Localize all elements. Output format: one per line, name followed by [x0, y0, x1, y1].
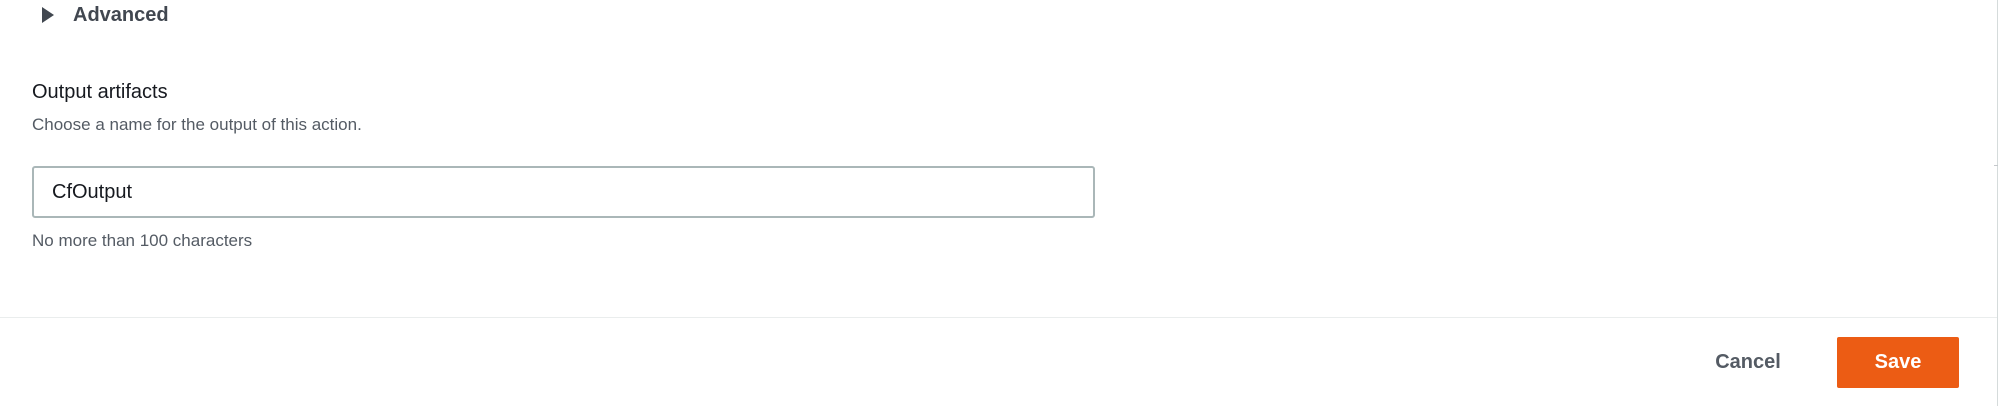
output-artifacts-description: Choose a name for the output of this act…: [32, 115, 362, 134]
cancel-button[interactable]: Cancel: [1701, 336, 1795, 388]
advanced-section-toggle[interactable]: Advanced: [42, 0, 169, 30]
output-artifacts-title: Output artifacts: [32, 81, 168, 103]
save-button[interactable]: Save: [1837, 337, 1959, 388]
character-limit-hint: No more than 100 characters: [32, 231, 253, 250]
output-artifact-name-input[interactable]: [32, 166, 1095, 218]
caret-right-icon: [42, 7, 54, 23]
panel-edge-tick: [1994, 165, 1998, 166]
advanced-label: Advanced: [73, 3, 169, 26]
footer-divider: [0, 317, 1997, 318]
